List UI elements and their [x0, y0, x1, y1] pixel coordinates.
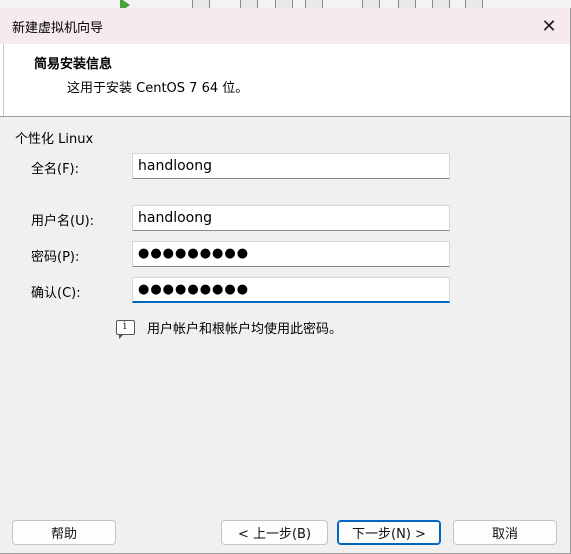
dialog-titlebar: 新建虚拟机向导 ✕ — [0, 8, 570, 44]
info-icon — [116, 319, 135, 339]
password-hint: 用户帐户和根帐户均使用此密码。 — [116, 318, 343, 339]
header-divider — [3, 44, 4, 116]
password-input[interactable]: ●●●●●●●●● — [132, 241, 450, 267]
background-play-icon — [120, 0, 130, 8]
confirm-password-label: 确认(C): — [31, 286, 81, 301]
cancel-button[interactable]: 取消 — [453, 520, 557, 545]
close-button[interactable]: ✕ — [534, 11, 564, 41]
next-button[interactable]: 下一步(N) > — [337, 520, 441, 545]
background-toolbar-icon — [362, 0, 380, 8]
header-title: 简易安装信息 — [34, 57, 113, 72]
help-button[interactable]: 帮助 — [12, 520, 116, 545]
fullname-input[interactable]: handloong — [132, 153, 450, 179]
back-button[interactable]: < 上一步(B) — [221, 520, 328, 545]
background-toolbar-icon — [465, 0, 483, 8]
background-app-strip — [0, 0, 571, 8]
background-toolbar-icon — [398, 0, 416, 8]
password-label: 密码(P): — [31, 250, 80, 265]
confirm-password-input[interactable]: ●●●●●●●●● — [132, 277, 450, 303]
new-vm-wizard-dialog: 新建虚拟机向导 ✕ 简易安装信息 这用于安装 CentOS 7 64 位。 个性… — [0, 8, 571, 554]
background-toolbar-icon — [305, 0, 323, 8]
background-toolbar-icon — [275, 0, 293, 8]
hint-text: 用户帐户和根帐户均使用此密码。 — [147, 322, 343, 337]
background-toolbar-icon — [432, 0, 450, 8]
username-input[interactable]: handloong — [132, 205, 450, 231]
wizard-header: 简易安装信息 这用于安装 CentOS 7 64 位。 — [0, 44, 570, 117]
fullname-label: 全名(F): — [31, 162, 80, 177]
username-label: 用户名(U): — [31, 214, 95, 229]
section-label: 个性化 Linux — [15, 132, 94, 147]
close-icon: ✕ — [541, 15, 557, 37]
background-toolbar-icon — [240, 0, 258, 8]
background-toolbar-icon — [192, 0, 210, 8]
dialog-title: 新建虚拟机向导 — [12, 21, 104, 36]
header-subtitle: 这用于安装 CentOS 7 64 位。 — [67, 81, 249, 96]
